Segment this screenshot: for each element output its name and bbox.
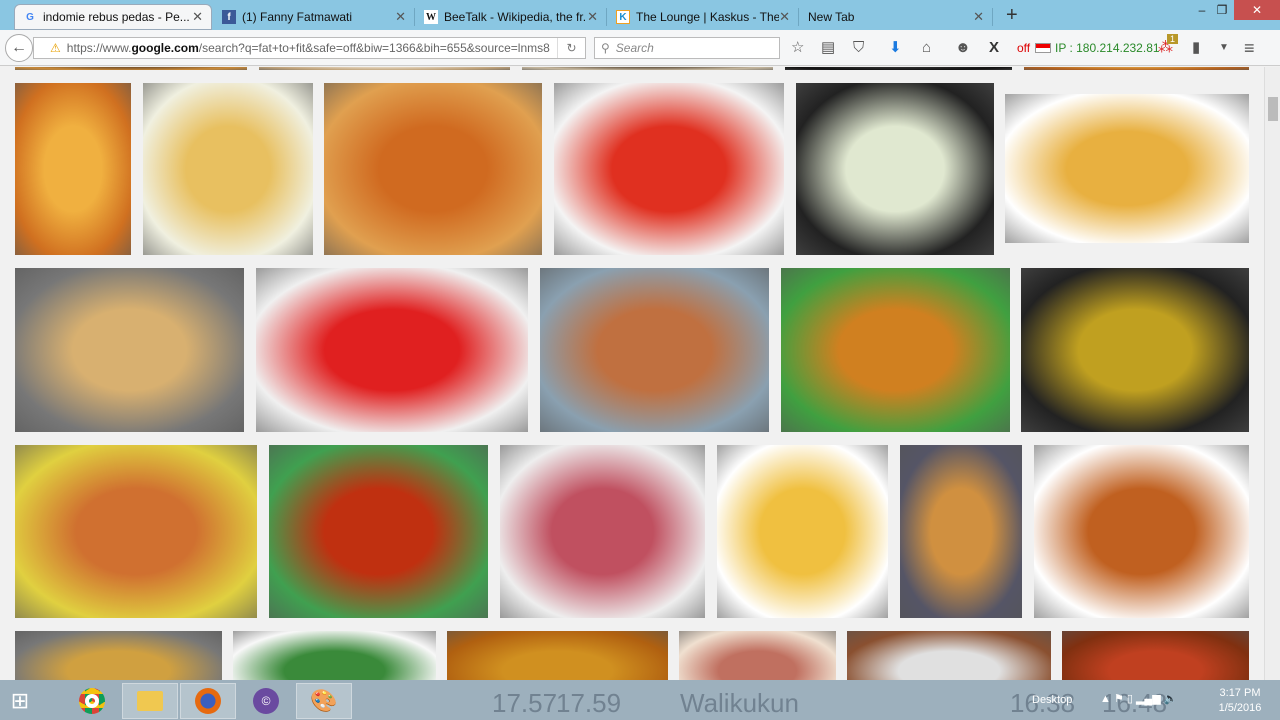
tab-wikipedia[interactable]: W BeeTalk - Wikipedia, the fr... ✕ <box>416 4 606 30</box>
lock-warning-icon[interactable]: ⚠ <box>50 41 61 55</box>
image-result-thumbnail[interactable] <box>540 268 769 432</box>
close-tab-icon[interactable]: ✕ <box>192 9 203 25</box>
background-text: 17.57 <box>492 688 558 718</box>
back-button[interactable]: ← <box>5 34 33 62</box>
image-result-thumbnail[interactable] <box>15 268 244 432</box>
tab-title: indomie rebus pedas - Pe... <box>43 10 190 24</box>
paint-taskbar-icon[interactable]: 🎨 <box>296 683 352 719</box>
image-result-thumbnail[interactable] <box>15 67 247 70</box>
image-result-thumbnail[interactable] <box>796 83 994 255</box>
taskbar: 17.57 17.59 Walikukun 16.38 16.48 ⊞ © 🎨 … <box>0 680 1280 720</box>
image-result-thumbnail[interactable] <box>1024 67 1249 70</box>
tab-bar: G indomie rebus pedas - Pe... ✕ f (1) Fa… <box>0 0 1280 30</box>
image-result-thumbnail[interactable] <box>447 631 668 680</box>
background-text: 17.59 <box>556 688 622 718</box>
tab-new[interactable]: New Tab ✕ <box>800 4 992 30</box>
dropdown-icon[interactable]: ▼ <box>1219 39 1229 57</box>
firefox-taskbar-icon[interactable] <box>180 683 236 719</box>
image-result-thumbnail[interactable] <box>781 268 1010 432</box>
kaskus-icon: K <box>616 10 630 24</box>
close-tab-icon[interactable]: ✕ <box>587 9 598 25</box>
image-result-thumbnail[interactable] <box>717 445 888 618</box>
close-tab-icon[interactable]: ✕ <box>395 9 406 25</box>
image-result-thumbnail[interactable] <box>256 268 528 432</box>
url-text: https://www.google.com/search?q=fat+to+f… <box>66 41 550 55</box>
image-result-thumbnail[interactable] <box>1062 631 1249 680</box>
tab-title: New Tab <box>808 10 855 24</box>
scrollbar-thumb[interactable] <box>1268 97 1278 121</box>
menu-icon[interactable]: ≡ <box>1244 39 1255 57</box>
image-result-thumbnail[interactable] <box>1021 268 1249 432</box>
image-result-thumbnail[interactable] <box>679 631 836 680</box>
chat-icon[interactable]: ☻ <box>955 39 971 57</box>
notification-badge: 1 <box>1167 34 1179 44</box>
address-bar[interactable]: ⚠ https://www.google.com/search?q=fat+to… <box>33 37 586 59</box>
image-result-thumbnail[interactable] <box>847 631 1051 680</box>
image-result-thumbnail[interactable] <box>269 445 488 618</box>
clipboard-icon[interactable]: ▮ <box>1192 39 1200 57</box>
image-result-thumbnail[interactable] <box>900 445 1022 618</box>
image-result-thumbnail[interactable] <box>143 83 313 255</box>
image-result-thumbnail[interactable] <box>1005 94 1249 243</box>
torrent-taskbar-icon[interactable]: © <box>238 683 294 719</box>
image-result-thumbnail[interactable] <box>233 631 436 680</box>
close-tab-icon[interactable]: ✕ <box>973 9 984 25</box>
tab-title: The Lounge | Kaskus - The... <box>636 10 780 24</box>
image-result-thumbnail[interactable] <box>1034 445 1249 618</box>
flag-icon <box>1035 43 1051 53</box>
system-tray-icons[interactable]: ▲ ⚑ ▯ ▂▄▆ 🔈 <box>1100 692 1177 705</box>
image-result-thumbnail[interactable] <box>324 83 542 255</box>
start-button[interactable]: ⊞ <box>0 683 40 719</box>
background-text: Walikukun <box>680 688 799 718</box>
image-result-thumbnail[interactable] <box>15 445 257 618</box>
vpn-status[interactable]: off <box>1017 41 1030 55</box>
image-result-thumbnail[interactable] <box>522 67 773 70</box>
tab-title: BeeTalk - Wikipedia, the fr... <box>444 10 588 24</box>
scrollbar[interactable] <box>1264 67 1280 680</box>
x-extension-icon[interactable]: X <box>989 39 999 57</box>
reading-list-icon[interactable]: ▤ <box>821 39 835 57</box>
download-icon[interactable]: ⬇ <box>889 39 902 57</box>
close-window-button[interactable]: ✕ <box>1234 0 1280 20</box>
image-result-thumbnail[interactable] <box>259 67 510 70</box>
pocket-icon[interactable]: ⛉ <box>853 39 864 57</box>
chrome-taskbar-icon[interactable] <box>64 683 120 719</box>
tab-facebook[interactable]: f (1) Fanny Fatmawati ✕ <box>214 4 414 30</box>
image-result-thumbnail[interactable] <box>15 631 222 680</box>
navigation-toolbar: ← ⚠ https://www.google.com/search?q=fat+… <box>0 30 1280 66</box>
file-explorer-taskbar-icon[interactable] <box>122 683 178 719</box>
image-result-thumbnail[interactable] <box>785 67 1012 70</box>
reload-button[interactable]: ↻ <box>557 38 585 58</box>
search-icon: ⚲ <box>601 41 610 55</box>
wikipedia-icon: W <box>424 10 438 24</box>
clock[interactable]: 3:17 PM 1/5/2016 <box>1200 686 1280 716</box>
new-tab-button[interactable]: + <box>1006 4 1018 27</box>
close-tab-icon[interactable]: ✕ <box>779 9 790 25</box>
image-result-thumbnail[interactable] <box>15 83 131 255</box>
image-result-thumbnail[interactable] <box>554 83 784 255</box>
ip-address: IP : 180.214.232.81 <box>1055 41 1160 55</box>
tab-kaskus[interactable]: K The Lounge | Kaskus - The... ✕ <box>608 4 798 30</box>
desktop-toolbar-label[interactable]: Desktop <box>1032 694 1072 706</box>
bookmark-star-icon[interactable]: ☆ <box>791 39 804 57</box>
image-result-thumbnail[interactable] <box>500 445 705 618</box>
tab-title: (1) Fanny Fatmawati <box>242 10 353 24</box>
google-icon: G <box>26 11 34 23</box>
restore-button[interactable]: ❐ <box>1210 0 1234 20</box>
facebook-icon: f <box>222 10 236 24</box>
tab-google[interactable]: G indomie rebus pedas - Pe... ✕ <box>14 4 212 30</box>
home-icon[interactable]: ⌂ <box>922 39 931 57</box>
search-input[interactable]: ⚲ Search <box>594 37 780 59</box>
image-results-grid <box>0 67 1264 680</box>
